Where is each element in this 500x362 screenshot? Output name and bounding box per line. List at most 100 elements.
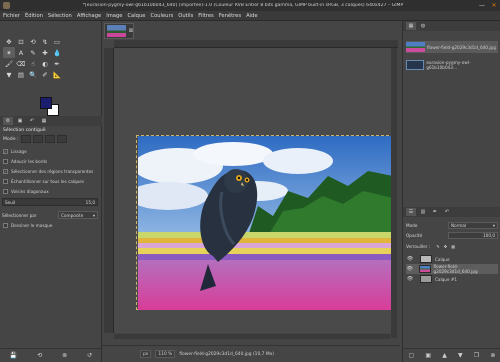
opacity-slider[interactable]: 100,0 xyxy=(448,231,498,239)
canvas[interactable] xyxy=(114,48,397,333)
smudge-icon[interactable]: ☝ xyxy=(27,58,39,69)
composited-image[interactable] xyxy=(138,136,393,310)
delete-preset-icon[interactable]: ⊗ xyxy=(62,352,67,359)
draw-mask-checkbox[interactable]: Dessiner le masque xyxy=(3,223,52,228)
menu-item-outils[interactable]: Outils xyxy=(178,13,193,19)
mode-replace-button[interactable] xyxy=(20,135,31,143)
transparent-check-icon: ✓ xyxy=(3,169,8,174)
text-icon[interactable]: A xyxy=(15,47,27,58)
rect-select-icon[interactable]: ▭ xyxy=(51,36,63,47)
brushes-tab-icon[interactable]: ◍ xyxy=(418,22,428,30)
paint-icon[interactable]: 🖌 xyxy=(3,58,15,69)
warp-icon[interactable]: ↯ xyxy=(39,36,51,47)
crop-icon[interactable]: ⊡ xyxy=(15,36,27,47)
save-preset-icon[interactable]: 💾 xyxy=(10,352,17,359)
rotate-icon[interactable]: ⟲ xyxy=(27,36,39,47)
fuzzy-select-icon[interactable]: ✶ xyxy=(3,47,15,58)
eye-icon[interactable]: 👁 xyxy=(406,266,414,272)
menu-item-aide[interactable]: Aide xyxy=(246,13,257,19)
foreground-color-swatch[interactable] xyxy=(40,97,52,109)
path-icon[interactable]: ✒ xyxy=(51,58,63,69)
opacity-value: 100,0 xyxy=(483,232,495,238)
antialias-checkbox[interactable]: ✓ Lissage xyxy=(3,149,27,154)
delete-layer-icon[interactable]: ⊗ xyxy=(490,352,495,359)
sample-merged-checkbox[interactable]: Échantillonner sur tous les calques xyxy=(3,179,84,184)
layer-mode-dropdown[interactable]: Normal ▾ xyxy=(448,221,498,229)
history-tab-icon[interactable]: ↶ xyxy=(442,208,452,216)
layers-dock-tabs: ☰ ▥ ✒ ↶ xyxy=(403,207,500,217)
minimize-button[interactable]: — xyxy=(476,0,488,11)
eraser-icon[interactable]: ⌫ xyxy=(15,58,27,69)
color-swatches[interactable] xyxy=(40,97,60,117)
zoom-icon[interactable]: 🔍 xyxy=(27,69,39,80)
images-tab-icon[interactable]: ▦ xyxy=(39,117,49,125)
select-by-dropdown[interactable]: Composite ▾ xyxy=(58,211,98,219)
lock-alpha-icon[interactable]: ▦ xyxy=(451,244,455,249)
gradient-icon[interactable]: ▤ xyxy=(15,69,27,80)
heal-icon[interactable]: ✚ xyxy=(39,47,51,58)
raise-layer-icon[interactable]: ▲ xyxy=(442,352,447,359)
undo-history-tab-icon[interactable]: ↶ xyxy=(27,117,37,125)
measure-icon[interactable]: 📐 xyxy=(51,69,63,80)
images-tab-icon[interactable]: ▦ xyxy=(406,22,416,30)
new-group-icon[interactable]: ▣ xyxy=(425,352,431,359)
duplicate-layer-icon[interactable]: ❐ xyxy=(474,352,479,359)
menu-item-affichage[interactable]: Affichage xyxy=(77,13,101,19)
eye-icon[interactable]: 👁 xyxy=(406,276,414,282)
right-dock: ▦ ◍ flower-field-g2029c3d1d_640.jpg eura… xyxy=(402,21,500,362)
menu-item-couleurs[interactable]: Couleurs xyxy=(150,13,173,19)
clone-icon[interactable]: ✎ xyxy=(27,47,39,58)
feather-checkbox[interactable]: Adoucir les bords xyxy=(3,159,47,164)
layer-row[interactable]: 👁 Calque xyxy=(406,254,498,264)
menu-item-fichier[interactable]: Fichier xyxy=(3,13,20,19)
image-list-item[interactable]: flower-field-g2029c3d1d_640.jpg xyxy=(406,41,498,53)
eye-icon[interactable]: 👁 xyxy=(406,256,414,262)
close-tab-icon[interactable]: ⊠ xyxy=(129,28,133,34)
channels-tab-icon[interactable]: ▥ xyxy=(418,208,428,216)
threshold-slider[interactable]: Seuil 15,0 xyxy=(2,198,98,206)
mode-subtract-button[interactable] xyxy=(44,135,55,143)
image-list-item[interactable]: eurasion-pygmy-owl-g61b10b043... xyxy=(406,59,498,71)
menu-item-filtres[interactable]: Filtres xyxy=(198,13,213,19)
layers-tab-icon[interactable]: ☰ xyxy=(406,208,416,216)
reset-icon[interactable]: ↺ xyxy=(87,352,92,359)
image-tab[interactable]: ⊠ xyxy=(104,23,134,39)
menu-item-calque[interactable]: Calque xyxy=(127,13,145,19)
image-thumbnail xyxy=(406,42,425,52)
bucket-icon[interactable]: ▼ xyxy=(3,69,15,80)
horizontal-scrollbar[interactable] xyxy=(114,334,390,339)
transparent-checkbox[interactable]: ✓ Sélectionner des régions transparentes xyxy=(3,169,93,174)
close-button[interactable]: ✕ xyxy=(488,0,500,11)
dodge-icon[interactable]: ◐ xyxy=(39,58,51,69)
lock-position-icon[interactable]: ✥ xyxy=(444,244,448,249)
selection-mode-row: Mode : xyxy=(3,135,67,143)
diagonal-label: Voisins diagonaux xyxy=(11,189,49,194)
tool-options-tab-icon[interactable]: ⚙ xyxy=(3,117,13,125)
unit-dropdown[interactable]: px xyxy=(140,350,152,358)
layer-row[interactable]: 👁 Calque #1 xyxy=(406,274,498,284)
vertical-scrollbar[interactable] xyxy=(391,48,397,338)
restore-preset-icon[interactable]: ⟲ xyxy=(37,352,42,359)
new-layer-icon[interactable]: ▢ xyxy=(409,352,415,359)
lower-layer-icon[interactable]: ▼ xyxy=(458,352,463,359)
images-dock-tabs: ▦ ◍ xyxy=(403,21,500,31)
lock-pixels-icon[interactable]: ✎ xyxy=(436,244,440,249)
diagonal-checkbox[interactable]: Voisins diagonaux xyxy=(3,189,49,194)
horizontal-ruler[interactable] xyxy=(114,40,398,48)
eyedrop-icon[interactable]: ✐ xyxy=(39,69,51,80)
mode-add-button[interactable] xyxy=(32,135,43,143)
menu-item--dition[interactable]: Édition xyxy=(25,13,43,19)
device-status-tab-icon[interactable]: ▣ xyxy=(15,117,25,125)
paths-tab-icon[interactable]: ✒ xyxy=(430,208,440,216)
mode-intersect-button[interactable] xyxy=(56,135,67,143)
menu-item-image[interactable]: Image xyxy=(106,13,122,19)
layer-row[interactable]: 👁 flower-field-g2029c3d1d_640.jpg xyxy=(406,264,498,274)
move-icon[interactable]: ✥ xyxy=(3,36,15,47)
menu-item-s-lection[interactable]: Sélection xyxy=(48,13,72,19)
image-window: ⊠ xyxy=(102,21,400,362)
zoom-dropdown[interactable]: 110 % xyxy=(155,350,176,358)
window-title: *[eurasion-pygmy-owl-g61b10b043_640] (im… xyxy=(82,3,404,8)
blur-icon[interactable]: 💧 xyxy=(51,47,63,58)
menu-item-fen-tres[interactable]: Fenêtres xyxy=(219,13,241,19)
vertical-ruler[interactable] xyxy=(104,48,114,333)
